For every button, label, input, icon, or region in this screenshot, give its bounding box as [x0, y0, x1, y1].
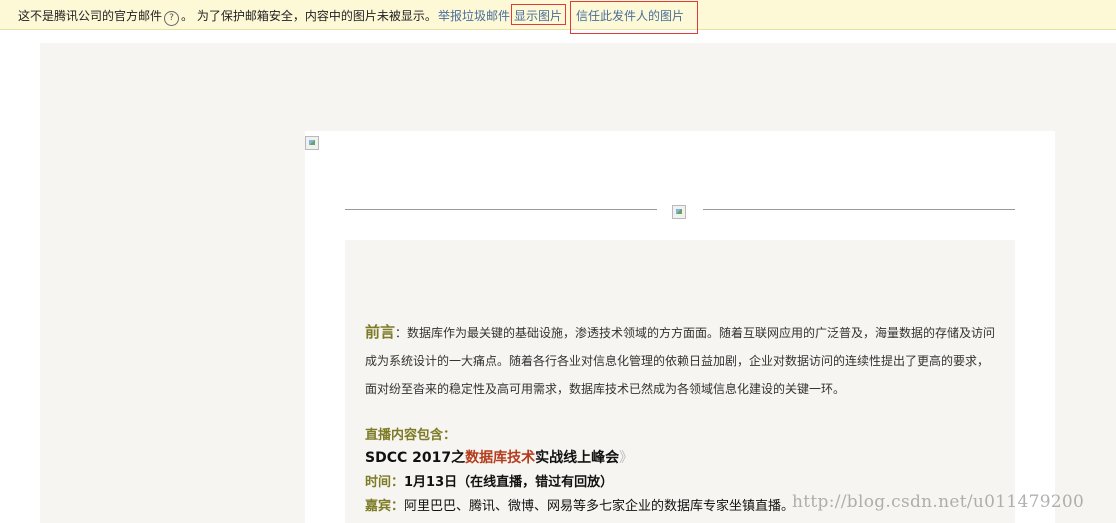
preface-paragraph: 前言：数据库作为最关键的基础设施，渗透技术领域的方方面面。随着互联网应用的广泛普… [365, 318, 997, 403]
event-suffix: 实战线上峰会 [535, 450, 620, 466]
divider-left [345, 209, 657, 210]
guests-label: 嘉宾： [365, 499, 405, 514]
help-icon[interactable]: ? [164, 11, 180, 26]
guests-row: 嘉宾：阿里巴巴、腾讯、微博、网易等多七家企业的数据库专家坐镇直播。 [365, 495, 794, 514]
event-close-quote: 》 [619, 450, 634, 466]
event-highlight: 数据库技术 [465, 450, 536, 466]
show-images-link[interactable]: 显示图片 [514, 7, 562, 24]
event-prefix: SDCC 2017之 [365, 450, 466, 466]
warning-message: 这不是腾讯公司的官方邮件?。 为了保护邮箱安全，内容中的图片未被显示。 [18, 7, 437, 26]
preface-label: 前言 [365, 323, 396, 341]
time-value: 1月13日（在线直播，错过有回放） [404, 475, 614, 490]
warning-message-part1: 这不是腾讯公司的官方邮件 [18, 9, 163, 23]
divider-right [703, 209, 1015, 210]
warning-message-part2: 。 为了保护邮箱安全，内容中的图片未被显示。 [181, 9, 437, 23]
time-row: 时间：1月13日（在线直播，错过有回放） [365, 471, 613, 490]
broken-image-icon [672, 205, 686, 219]
time-label: 时间： [365, 475, 405, 490]
image-blocked-warning-bar: 这不是腾讯公司的官方邮件?。 为了保护邮箱安全，内容中的图片未被显示。 举报垃圾… [0, 0, 1116, 30]
guests-value: 阿里巴巴、腾讯、微博、网易等多七家企业的数据库专家坐镇直播。 [404, 499, 795, 514]
section-title: 直播内容包含： [365, 428, 457, 443]
broken-image-icon [305, 136, 319, 150]
event-title: SDCC 2017之数据库技术实战线上峰会》 [365, 447, 633, 467]
report-spam-link[interactable]: 举报垃圾邮件 [438, 7, 510, 24]
watermark: http://blog.csdn.net/u011479200 [792, 492, 1085, 512]
preface-text: ：数据库作为最关键的基础设施，渗透技术领域的方方面面。随着互联网应用的广泛普及，… [365, 326, 996, 396]
trust-sender-images-link[interactable]: 信任此发件人的图片 [576, 7, 684, 24]
